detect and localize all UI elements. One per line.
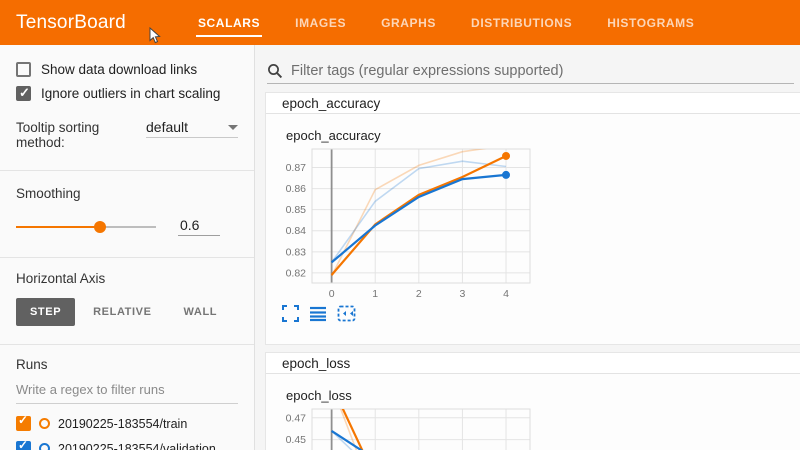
tag-card-header[interactable]: epoch_loss bbox=[266, 353, 800, 374]
epoch-accuracy-chart[interactable]: 0.82 0.83 0.84 0.85 0.86 0.87 0 1 2 3 4 bbox=[268, 143, 548, 303]
axis-wall-button[interactable]: WALL bbox=[170, 298, 232, 326]
epoch-loss-chart[interactable]: 0.370.390.410.430.450.4701234 bbox=[268, 403, 548, 450]
chart-title: epoch_accuracy bbox=[286, 128, 800, 143]
svg-text:0.83: 0.83 bbox=[286, 246, 307, 258]
checkbox-label: Show data download links bbox=[41, 62, 197, 77]
axis-relative-button[interactable]: RELATIVE bbox=[79, 298, 165, 326]
slider-thumb[interactable] bbox=[94, 221, 106, 233]
run-row-validation[interactable]: 20190225-183554/validation bbox=[16, 441, 238, 450]
svg-text:0.47: 0.47 bbox=[286, 412, 307, 424]
log-y-axis-icon[interactable] bbox=[309, 305, 327, 322]
svg-text:0.84: 0.84 bbox=[286, 225, 307, 237]
run-color-ring-icon bbox=[39, 418, 50, 429]
app-header: TensorBoard SCALARS IMAGES GRAPHS DISTRI… bbox=[0, 0, 800, 45]
checkbox-checked-icon bbox=[16, 86, 31, 101]
slider-fill bbox=[16, 226, 100, 228]
svg-text:0.45: 0.45 bbox=[286, 434, 307, 446]
svg-text:0.87: 0.87 bbox=[286, 162, 307, 174]
run-checkbox-icon bbox=[16, 441, 31, 450]
svg-text:0.86: 0.86 bbox=[286, 183, 307, 195]
run-row-train[interactable]: 20190225-183554/train bbox=[16, 416, 238, 431]
runs-regex-input[interactable]: Write a regex to filter runs bbox=[16, 382, 238, 404]
svg-text:0.82: 0.82 bbox=[286, 267, 307, 279]
smoothing-value-input[interactable]: 0.6 bbox=[178, 217, 220, 236]
settings-sidebar: Show data download links Ignore outliers… bbox=[0, 45, 255, 450]
chevron-down-icon bbox=[228, 125, 238, 130]
axis-step-button[interactable]: STEP bbox=[16, 298, 75, 326]
filter-tags-placeholder: Filter tags (regular expressions support… bbox=[291, 63, 563, 79]
tag-card-epoch-loss: epoch_loss epoch_loss 0.370.390.410.430.… bbox=[265, 352, 800, 450]
svg-text:0.85: 0.85 bbox=[286, 204, 307, 216]
show-download-links-checkbox[interactable]: Show data download links bbox=[16, 62, 238, 77]
runs-label: Runs bbox=[16, 357, 238, 372]
tooltip-sorting-dropdown[interactable]: default bbox=[146, 119, 238, 138]
svg-text:1: 1 bbox=[372, 288, 378, 300]
svg-text:4: 4 bbox=[503, 288, 509, 300]
tab-bar: SCALARS IMAGES GRAPHS DISTRIBUTIONS HIST… bbox=[194, 0, 698, 45]
cursor-pointer-icon bbox=[148, 27, 162, 44]
tab-images[interactable]: IMAGES bbox=[291, 2, 350, 44]
expand-icon[interactable] bbox=[282, 305, 299, 322]
run-color-ring-icon bbox=[39, 443, 50, 450]
search-icon bbox=[267, 63, 283, 79]
run-name: 20190225-183554/validation bbox=[58, 442, 216, 450]
tag-card-epoch-accuracy: epoch_accuracy epoch_accuracy 0.820.830.… bbox=[265, 92, 800, 345]
tensorboard-app: TensorBoard SCALARS IMAGES GRAPHS DISTRI… bbox=[0, 0, 800, 450]
svg-text:3: 3 bbox=[459, 288, 465, 300]
checkbox-unchecked-icon bbox=[16, 62, 31, 77]
checkbox-label: Ignore outliers in chart scaling bbox=[41, 86, 220, 101]
svg-text:2: 2 bbox=[416, 288, 422, 300]
tab-histograms[interactable]: HISTOGRAMS bbox=[603, 2, 698, 44]
ignore-outliers-checkbox[interactable]: Ignore outliers in chart scaling bbox=[16, 86, 238, 101]
tooltip-sorting-label: Tooltip sorting method: bbox=[16, 120, 138, 150]
fit-domain-icon[interactable] bbox=[337, 305, 356, 322]
app-title: TensorBoard bbox=[16, 12, 126, 34]
smoothing-slider[interactable] bbox=[16, 226, 156, 228]
run-name: 20190225-183554/train bbox=[58, 417, 187, 431]
tag-card-header[interactable]: epoch_accuracy bbox=[266, 93, 800, 114]
dropdown-value: default bbox=[146, 119, 188, 135]
smoothing-label: Smoothing bbox=[16, 186, 238, 201]
chart-title: epoch_loss bbox=[286, 388, 800, 403]
scalars-dashboard: Filter tags (regular expressions support… bbox=[255, 45, 800, 450]
chart-toolbar bbox=[282, 305, 800, 322]
horizontal-axis-label: Horizontal Axis bbox=[16, 271, 238, 286]
filter-tags-input[interactable]: Filter tags (regular expressions support… bbox=[267, 58, 794, 84]
tab-scalars[interactable]: SCALARS bbox=[194, 2, 264, 44]
svg-text:0: 0 bbox=[329, 288, 335, 300]
tab-graphs[interactable]: GRAPHS bbox=[377, 2, 440, 44]
run-checkbox-icon bbox=[16, 416, 31, 431]
tab-distributions[interactable]: DISTRIBUTIONS bbox=[467, 2, 576, 44]
